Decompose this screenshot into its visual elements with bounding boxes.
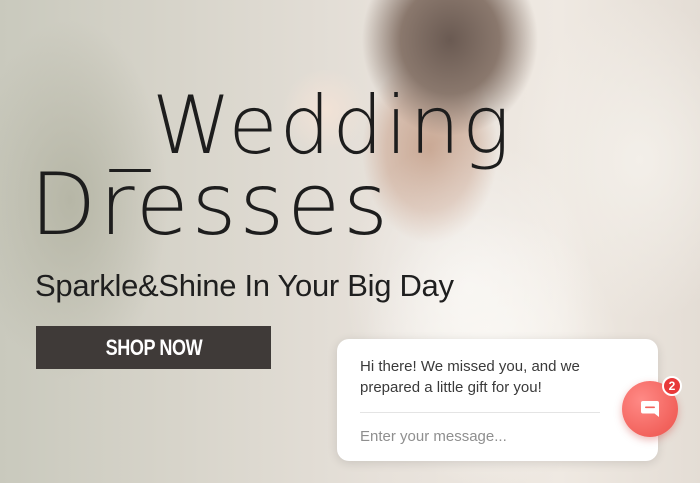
chat-bubble-icon — [641, 401, 659, 417]
hero-tagline: Sparkle&Shine In Your Big Day — [35, 268, 454, 303]
unread-badge: 2 — [662, 376, 682, 396]
chat-popup: Hi there! We missed you, and we prepared… — [337, 339, 658, 461]
hero-title-line1: _Wedding — [110, 79, 513, 172]
shop-now-label: SHOP NOW — [105, 334, 202, 360]
hero-title-line2: Dresses — [30, 155, 391, 255]
chat-divider — [360, 412, 600, 413]
shop-now-button[interactable]: SHOP NOW — [36, 326, 271, 369]
chat-message-input[interactable] — [360, 423, 600, 449]
chat-message: Hi there! We missed you, and we prepared… — [360, 358, 580, 396]
